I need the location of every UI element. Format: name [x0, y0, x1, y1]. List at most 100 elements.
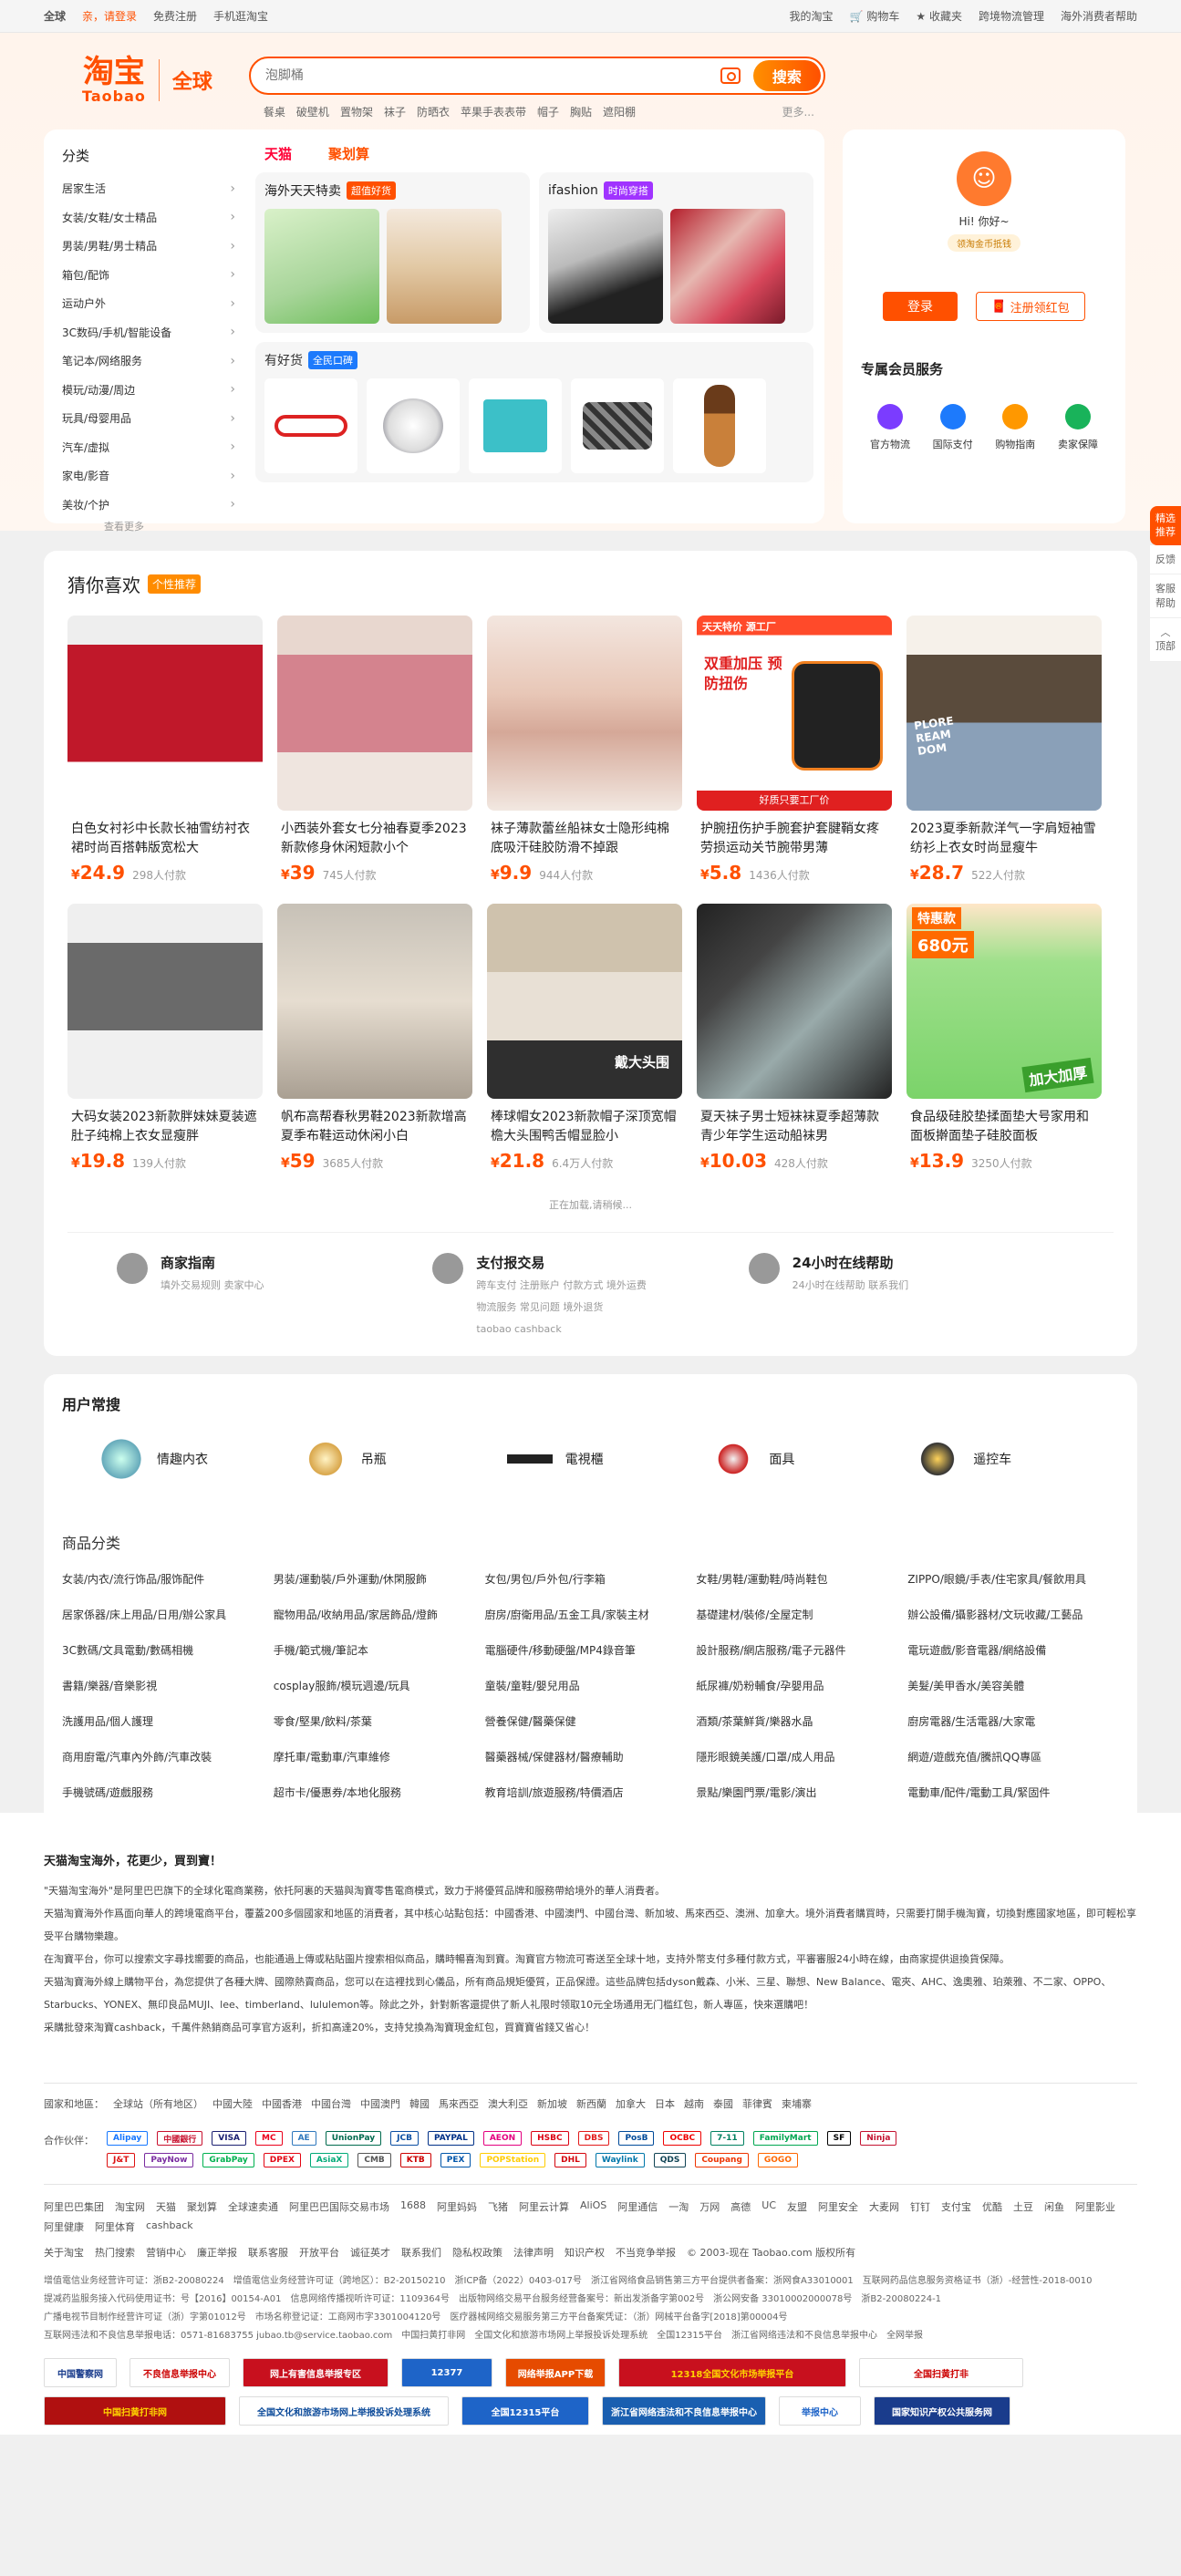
guide-line[interactable]: 跨车支付 注册账户 付款方式 境外运费 — [476, 1278, 647, 1294]
product-image[interactable] — [487, 616, 682, 811]
category-item[interactable]: 汽车/虚拟 › — [57, 433, 241, 462]
hot-word[interactable]: 帽子 — [537, 104, 559, 119]
group-link[interactable]: 阿里体育 — [95, 2219, 135, 2234]
goods-category-link[interactable]: 女装/内衣/流行饰品/服饰配件 — [62, 1571, 274, 1587]
goods-category-link[interactable]: 廚房/廚衛用品/五金工具/家裝主材 — [485, 1607, 697, 1622]
group-link[interactable]: 支付宝 — [941, 2199, 971, 2214]
goods-category-link[interactable]: 零食/堅果/飲料/茶葉 — [274, 1713, 485, 1729]
group-link[interactable]: 阿里云计算 — [519, 2199, 569, 2214]
report-badge[interactable]: 网上有害信息举报专区 — [243, 2358, 388, 2387]
group-link[interactable]: 高德 — [730, 2199, 751, 2214]
region-link[interactable]: 馬來西亞 — [439, 2096, 479, 2111]
hot-word[interactable]: 胸贴 — [570, 104, 592, 119]
category-item[interactable]: 箱包/配饰 › — [57, 261, 241, 290]
partner-logo[interactable]: Waylink — [595, 2153, 645, 2167]
report-badge[interactable]: 网络举报APP下载 — [505, 2358, 606, 2387]
goods-category-link[interactable]: 摩托車/電動車/汽車維修 — [274, 1749, 485, 1764]
category-item[interactable]: 玩具/母婴用品 › — [57, 404, 241, 433]
goods-category-link[interactable]: 電腦硬件/移動硬盤/MP4錄音筆 — [485, 1642, 697, 1658]
region-link[interactable]: 韓國 — [409, 2096, 430, 2111]
haiwai-card[interactable]: 海外天天特卖 超值好货 — [255, 172, 530, 333]
goods-category-link[interactable]: 洗護用品/個人護理 — [62, 1713, 274, 1729]
report-badge[interactable]: 12318全国文化市场举报平台 — [618, 2358, 846, 2387]
about-link[interactable]: 廉正举报 — [197, 2245, 237, 2260]
goods-category-link[interactable]: 網遊/遊戲充值/騰訊QQ專區 — [907, 1749, 1119, 1764]
camera-icon[interactable] — [720, 67, 741, 84]
partner-logo[interactable]: AsiaX — [309, 2153, 349, 2167]
group-link[interactable]: AliOS — [580, 2199, 606, 2214]
youhaohuo-teapot[interactable] — [367, 378, 460, 473]
goods-category-link[interactable]: 營養保健/醫藥保健 — [485, 1713, 697, 1729]
youhaohuo-giftbox[interactable] — [469, 378, 562, 473]
partner-logo[interactable]: MC — [255, 2131, 283, 2146]
goods-category-link[interactable]: 商用廚電/汽車內外飾/汽車改裝 — [62, 1749, 274, 1764]
product-card[interactable]: 特惠款 680元 加大加厚 食品级硅胶垫揉面垫大号家用和面板擀面垫子硅胶面板 ¥13.9… — [906, 904, 1102, 1172]
partner-logo[interactable]: Ninja — [860, 2131, 897, 2146]
category-item[interactable]: 模玩/动漫/周边 › — [57, 376, 241, 405]
about-link[interactable]: 隐私权政策 — [452, 2245, 502, 2260]
group-link[interactable]: 阿里安全 — [818, 2199, 858, 2214]
license-text[interactable]: 增值電信业务经营许可证：浙B2-20080224 — [44, 2272, 224, 2291]
ifashion-product-2[interactable] — [670, 209, 785, 324]
group-link[interactable]: 钉钉 — [910, 2199, 930, 2214]
goods-category-link[interactable]: 酒類/茶葉鮮貨/樂器水晶 — [696, 1713, 907, 1729]
partner-logo[interactable]: PEX — [440, 2153, 471, 2167]
region-link[interactable]: 日本 — [655, 2096, 675, 2111]
partner-logo[interactable]: SF — [826, 2131, 852, 2146]
youhaohuo-bag[interactable] — [571, 378, 664, 473]
youhaohuo-ukulele[interactable] — [673, 378, 766, 473]
product-title[interactable]: 大码女装2023新款胖妹妹夏装遮肚子纯棉上衣女显瘦胖 — [67, 1108, 263, 1146]
region-link[interactable]: 新加坡 — [537, 2096, 567, 2111]
region-link[interactable]: 中國澳門 — [360, 2096, 400, 2111]
partner-logo[interactable]: QDS — [653, 2153, 687, 2167]
group-link[interactable]: 阿里影业 — [1075, 2199, 1115, 2214]
goods-category-link[interactable]: cosplay服飾/模玩週邊/玩具 — [274, 1678, 485, 1693]
partner-logo[interactable]: 7-11 — [710, 2131, 744, 2146]
group-link[interactable]: 阿里巴巴集团 — [44, 2199, 104, 2214]
license-text[interactable]: 浙ICP备（2022）0403-017号 — [454, 2272, 582, 2291]
license-text[interactable]: 互联网违法和不良信息举报电话：0571-81683755 jubao.tb@se… — [44, 2327, 392, 2345]
region-link[interactable]: 越南 — [684, 2096, 704, 2111]
member-service-item[interactable]: 购物指南 — [986, 404, 1044, 451]
hot-word[interactable]: 袜子 — [384, 104, 406, 119]
category-item[interactable]: 运动户外 › — [57, 289, 241, 318]
license-text[interactable]: 提减药监服务接入代码使用证书：号【2016】00154-A01 — [44, 2291, 281, 2309]
goods-category-link[interactable]: 超市卡/優惠券/本地化服務 — [274, 1785, 485, 1800]
group-link[interactable]: 阿里妈妈 — [437, 2199, 477, 2214]
partner-logo[interactable]: Alipay — [107, 2131, 149, 2146]
register-button[interactable]: 🧧 注册领红包 — [976, 292, 1085, 321]
group-link[interactable]: 阿里健康 — [44, 2219, 84, 2234]
group-link[interactable]: 全球速卖通 — [228, 2199, 278, 2214]
product-title[interactable]: 2023夏季新款洋气一字肩短袖雪纺衫上衣女时尚显瘦牛 — [906, 820, 1102, 858]
partner-logo[interactable]: OCBC — [663, 2131, 702, 2146]
my-taobao-link[interactable]: 我的淘宝 — [790, 8, 834, 24]
goods-category-link[interactable]: 紙尿褲/奶粉輔食/孕嬰用品 — [696, 1678, 907, 1693]
about-link[interactable]: 营销中心 — [146, 2245, 186, 2260]
search-button[interactable]: 搜索 — [752, 60, 821, 91]
region-link[interactable]: 加拿大 — [616, 2096, 646, 2111]
goods-category-link[interactable]: 男装/運動裝/戶外運動/休閑服飾 — [274, 1571, 485, 1587]
group-link[interactable]: 土豆 — [1013, 2199, 1033, 2214]
guide-line[interactable]: 24小时在线帮助 联系我们 — [793, 1278, 909, 1294]
goods-category-link[interactable]: 辦公設備/攝影器材/文玩收藏/工藝品 — [907, 1607, 1119, 1622]
partner-logo[interactable]: CMB — [357, 2153, 391, 2167]
report-badge[interactable]: 全国12315平台 — [461, 2396, 589, 2426]
partner-logo[interactable]: KTB — [399, 2153, 431, 2167]
region-link[interactable]: 全球站（所有地区） — [113, 2096, 203, 2111]
logistics-link[interactable]: 跨境物流管理 — [979, 8, 1044, 24]
category-item[interactable]: 3C数码/手机/智能设备 › — [57, 318, 241, 347]
frequent-search-item[interactable]: 吊瓶 — [302, 1436, 507, 1482]
group-link[interactable]: 优酷 — [982, 2199, 1002, 2214]
feedback-float-button[interactable]: 反馈 — [1150, 544, 1181, 575]
goods-category-link[interactable]: 女包/男包/戶外包/行李箱 — [485, 1571, 697, 1587]
about-link[interactable]: 关于淘宝 — [44, 2245, 84, 2260]
group-link[interactable]: 阿里巴巴国际交易市场 — [289, 2199, 389, 2214]
category-item[interactable]: 居家生活 › — [57, 174, 241, 203]
partner-logo[interactable]: AEON — [482, 2131, 523, 2146]
product-title[interactable]: 帆布高帮春秋男鞋2023新款增高夏季布鞋运动休闲小白 — [277, 1108, 472, 1146]
product-card[interactable]: 大码女装2023新款胖妹妹夏装遮肚子纯棉上衣女显瘦胖 ¥19.8 139人付款 — [67, 904, 263, 1172]
goods-category-link[interactable]: 醫藥器械/保健器材/醫療輔助 — [485, 1749, 697, 1764]
help-link[interactable]: 海外消费者帮助 — [1061, 8, 1137, 24]
license-text[interactable]: 市场名称登记证：工商网市字3301004120号 — [255, 2309, 441, 2327]
partner-logo[interactable]: J&T — [107, 2153, 136, 2167]
